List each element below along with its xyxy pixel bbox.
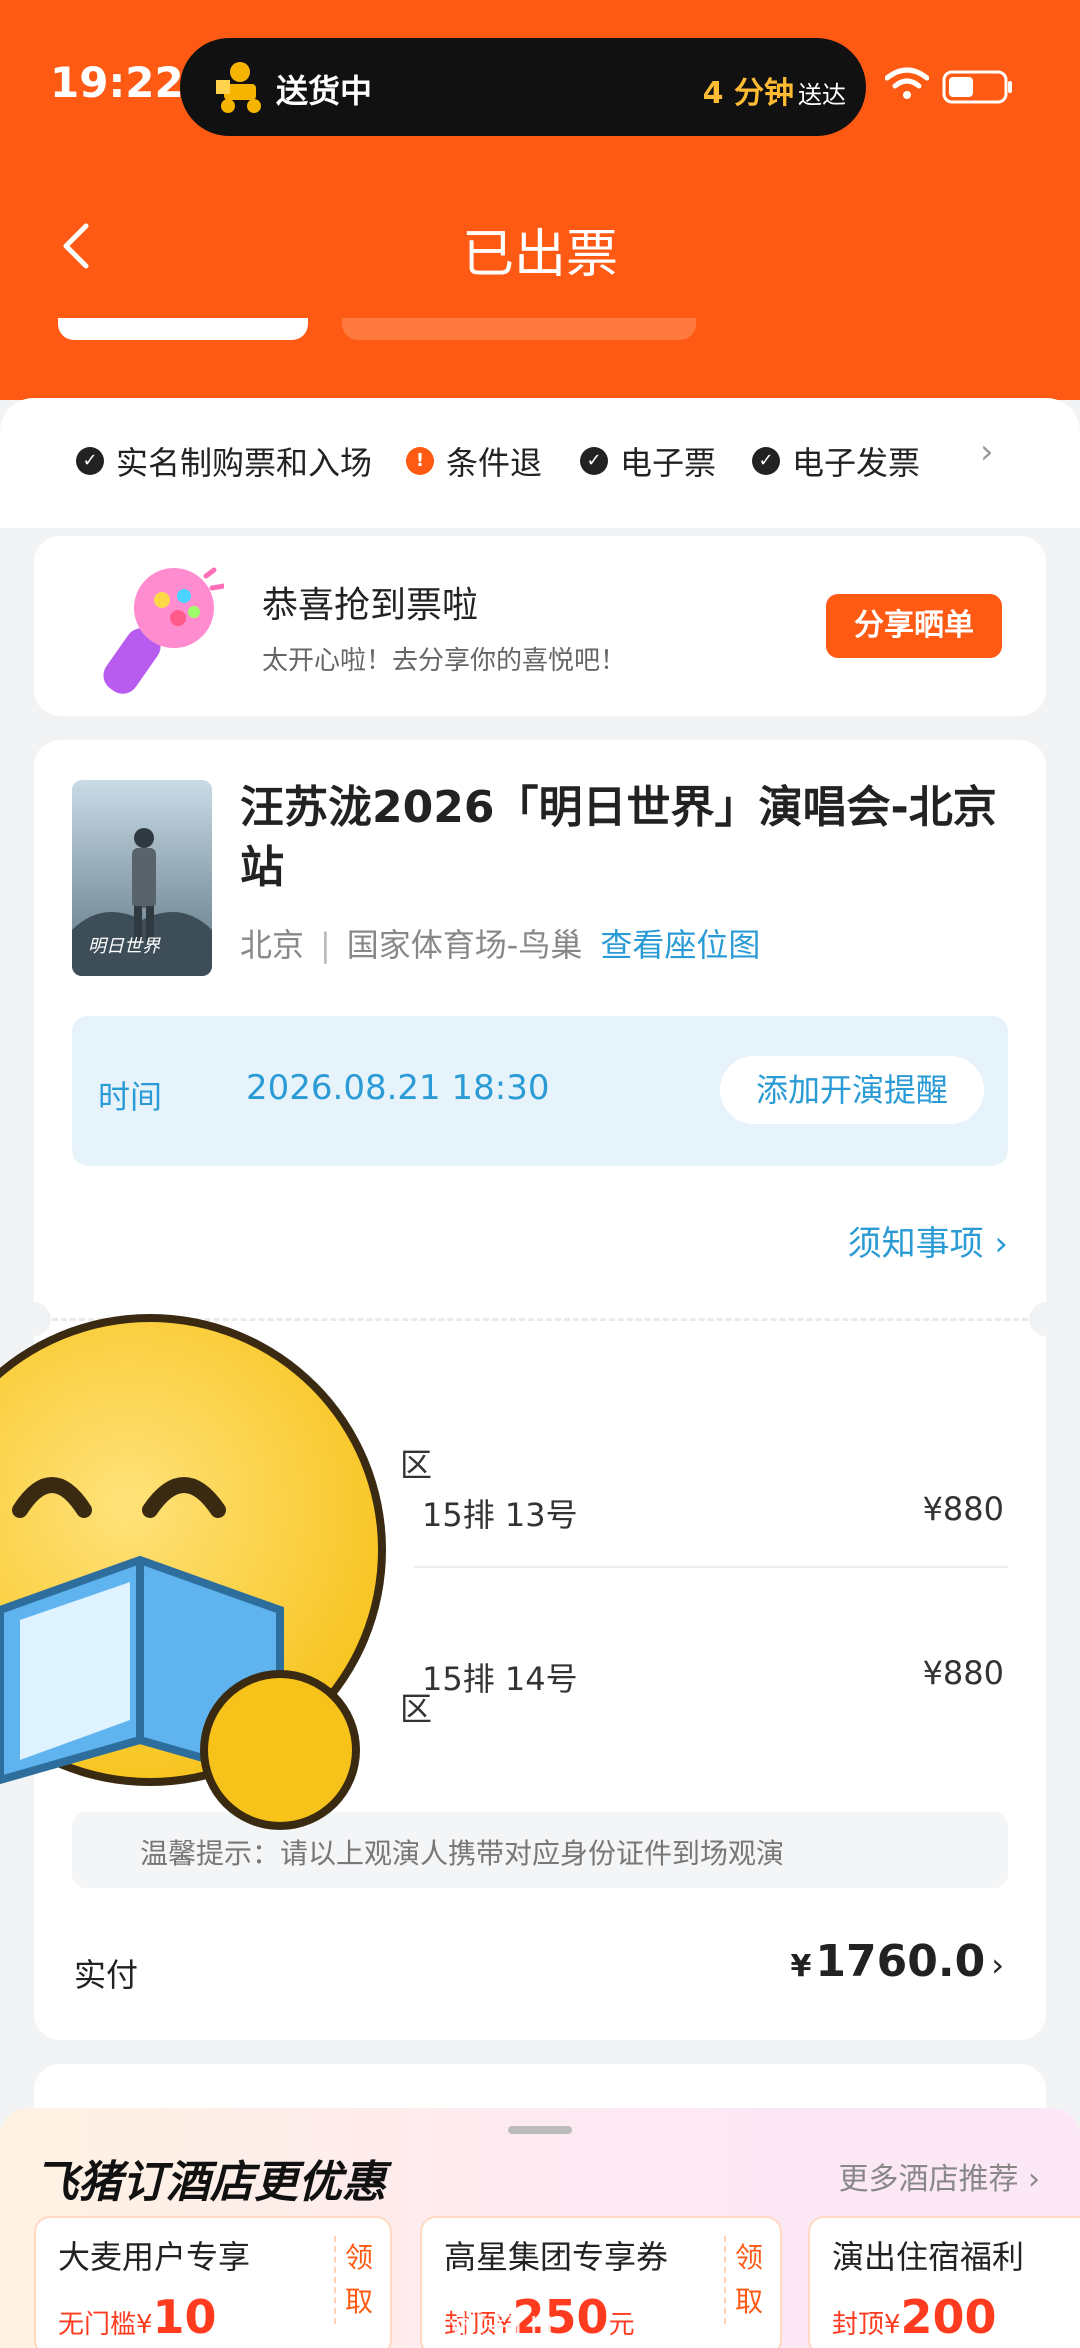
share-subtitle: 太开心啦！去分享你的喜悦吧！ — [262, 646, 627, 676]
share-title: 恭喜抢到票啦 — [262, 585, 479, 626]
claim-coupon-button[interactable]: 领取 — [334, 2236, 374, 2324]
reading-emoji-sticker — [0, 1314, 386, 1830]
time-label: 时间 — [98, 1078, 163, 1116]
share-card: 恭喜抢到票啦 太开心啦！去分享你的喜悦吧！ 分享晒单 — [34, 536, 1046, 716]
claim-coupon-button[interactable]: 领取 — [724, 2236, 764, 2324]
share-button[interactable]: 分享晒单 — [826, 594, 1002, 658]
coupon-title: 演出住宿福利 — [832, 2238, 1025, 2276]
paid-label: 实付 — [74, 1956, 139, 1994]
show-title: 汪苏泷2026「明日世界」演唱会-北京站 — [240, 782, 997, 893]
showtime-box: 时间 2026.08.21 18:30 添加开演提醒 — [72, 1016, 1008, 1166]
feature-real-name: ✓ 实名制购票和入场 — [76, 438, 372, 484]
warning-icon: ! — [406, 447, 434, 475]
tab-indicator — [342, 318, 696, 340]
feature-e-ticket: ✓ 电子票 — [580, 438, 716, 484]
status-bar: 19:22 送货中 4 分钟 送达 — [0, 0, 1080, 170]
coupon-title: 高星集团专享券 — [444, 2238, 669, 2276]
sheet-handle[interactable] — [508, 2126, 572, 2134]
city: 北京 — [240, 926, 305, 964]
dynamic-island-delivery[interactable]: 送货中 4 分钟 送达 — [180, 38, 866, 136]
delivery-eta: 4 分钟 送达 — [702, 76, 846, 111]
coupon-card[interactable]: 大麦用户专享 无门槛¥10 领取 — [34, 2216, 392, 2348]
svg-text:明日世界: 明日世界 — [88, 936, 161, 957]
ticket-notch — [1029, 1302, 1063, 1336]
delivery-rider-icon — [216, 62, 261, 113]
divider: | — [320, 926, 331, 964]
check-icon: ✓ — [580, 447, 608, 475]
coupon-card[interactable]: 演出住宿福利 封顶¥200 — [808, 2216, 1080, 2348]
paid-amount[interactable]: ¥1760.0 › — [791, 1936, 1004, 1987]
time-value: 2026.08.21 18:30 — [246, 1068, 550, 1108]
coupon-value: 封顶¥200 — [832, 2290, 997, 2344]
coupon-title: 大麦用户专享 — [58, 2238, 251, 2276]
chevron-right-icon[interactable]: › — [980, 432, 994, 472]
venue: 国家体育场-鸟巢 — [346, 926, 583, 964]
check-icon: ✓ — [752, 447, 780, 475]
more-hotels-link[interactable]: 更多酒店推荐 › — [838, 2154, 1040, 2198]
venue-line: 北京 | 国家体育场-鸟巢 查看座位图 — [240, 920, 760, 966]
tab-indicator-active — [58, 318, 308, 340]
delivery-status: 送货中 — [276, 72, 373, 110]
ticket-seat: 15排 14号 — [422, 1660, 578, 1698]
battery-icon — [942, 70, 1012, 104]
add-reminder-button[interactable]: 添加开演提醒 — [720, 1056, 984, 1124]
page-title: 已出票 — [461, 225, 618, 285]
feature-bar[interactable]: ✓ 实名制购票和入场 ! 条件退 ✓ 电子票 ✓ 电子发票 › — [0, 430, 1080, 490]
coupon-value: 无门槛¥10 — [58, 2290, 217, 2344]
chevron-right-icon: › — [1018, 2162, 1040, 2197]
check-icon: ✓ — [76, 447, 104, 475]
show-poster[interactable]: 明日世界 — [72, 780, 212, 976]
notice-link[interactable]: 须知事项 › — [848, 1216, 1008, 1265]
seat-map-link[interactable]: 查看座位图 — [600, 926, 760, 964]
chevron-right-icon: › — [991, 1946, 1004, 1984]
navigation-bar: 已出票 — [0, 190, 1080, 300]
chevron-right-icon: › — [983, 1224, 1008, 1264]
hotel-promo-title: 飞猪订酒店更优惠 — [34, 2157, 386, 2208]
status-time: 19:22 — [50, 58, 184, 107]
ticket-seat: 15排 13号 — [422, 1496, 578, 1534]
ticket-price: ¥880 — [922, 1654, 1004, 1692]
watermark: 小桃子LLL — [430, 2310, 561, 2343]
feature-e-invoice: ✓ 电子发票 — [752, 438, 920, 484]
microphone-icon — [103, 567, 224, 694]
ticket-price: ¥880 — [922, 1490, 1004, 1528]
wifi-icon — [885, 67, 929, 99]
row-divider — [414, 1566, 1008, 1568]
feature-conditional-refund: ! 条件退 — [406, 438, 542, 484]
